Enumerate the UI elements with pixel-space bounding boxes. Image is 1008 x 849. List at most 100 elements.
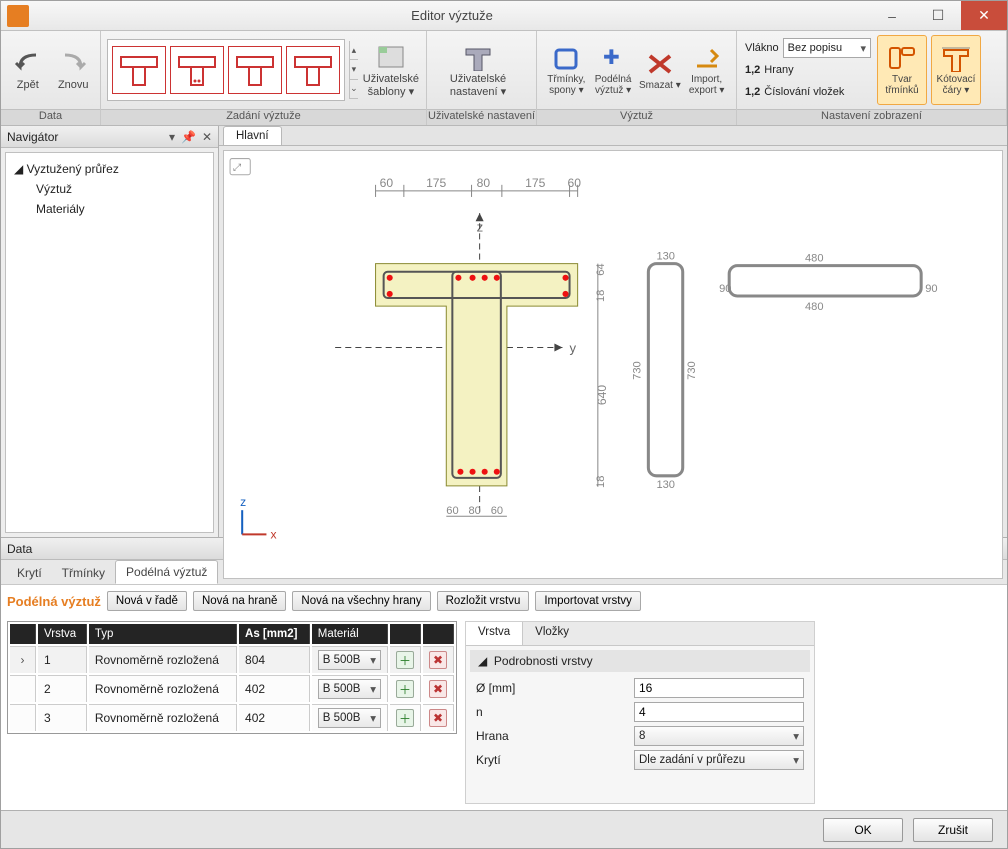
gallery-up[interactable]: ▴ [350,41,358,60]
svg-text:60: 60 [380,176,394,190]
navigator-title: Navigátor [7,130,58,144]
btn-new-row[interactable]: Nová v řadě [107,591,187,611]
nav-pin-icon[interactable]: 📌 [181,130,196,144]
ok-button[interactable]: OK [823,818,903,842]
group-label-data: Data [1,109,100,125]
section-title: Podélná výztuž [7,594,101,609]
undo-button[interactable]: Zpět [7,35,49,105]
import-export-icon [691,44,723,72]
svg-text:730: 730 [631,361,643,380]
edges-toggle[interactable]: 1,2 Hrany [745,60,871,80]
material-dropdown[interactable]: B 500B [318,679,381,699]
nav-dropdown-icon[interactable]: ▾ [169,130,175,144]
svg-text:80: 80 [469,505,481,517]
delete-button[interactable]: Smazat ▾ [637,35,684,105]
numbering-toggle[interactable]: 1,2 Číslování vložek [745,82,871,102]
window-title: Editor výztuže [35,8,869,23]
undo-icon [12,49,44,77]
svg-text:60: 60 [491,505,503,517]
label-diameter: Ø [mm] [476,681,626,695]
table-row[interactable]: 3 Rovnoměrně rozložená 402 B 500B ＋ ✖ [10,704,454,731]
user-settings-button[interactable]: Uživatelské nastavení ▾ [433,35,523,105]
tab-main[interactable]: Hlavní [223,126,282,145]
svg-text:⤢: ⤢ [233,163,241,174]
group-label-zadani: Zadání výztuže [101,109,426,125]
add-row-icon[interactable]: ＋ [396,709,414,727]
table-row[interactable]: › 1 Rovnoměrně rozložená 804 B 500B ＋ ✖ [10,646,454,673]
proptab-bars[interactable]: Vložky [523,622,581,645]
group-label-usersettings: Uživatelské nastavení [427,109,536,125]
svg-text:175: 175 [525,176,545,190]
tree-item-materialy[interactable]: Materiály [12,199,207,219]
svg-text:18: 18 [595,290,607,302]
group-label-display: Nastavení zobrazení [737,109,1006,125]
t-section-icon [462,43,494,71]
gallery-down[interactable]: ▾ [350,60,358,79]
proptab-layer[interactable]: Vrstva [466,622,523,645]
input-n[interactable] [634,702,804,722]
svg-text:64: 64 [595,263,607,275]
gallery-expand[interactable]: ⌄ [350,80,358,99]
btn-split-layer[interactable]: Rozložit vrstvu [437,591,530,611]
add-row-icon[interactable]: ＋ [396,680,414,698]
svg-text:640: 640 [595,385,609,405]
props-header: ◢ Podrobnosti vrstvy [470,650,810,672]
tab-cover[interactable]: Krytí [7,562,52,584]
delete-row-icon[interactable]: ✖ [429,680,447,698]
input-diameter[interactable] [634,678,804,698]
fiber-label: Vlákno [745,42,779,54]
template-gallery[interactable] [107,39,345,101]
table-row[interactable]: 2 Rovnoměrně rozložená 402 B 500B ＋ ✖ [10,675,454,702]
dropdown-edge[interactable]: 8 [634,726,804,746]
svg-text:130: 130 [656,251,675,263]
user-templates-button[interactable]: Uživatelské šablony ▾ [362,35,420,105]
nav-close-icon[interactable]: ✕ [202,130,212,144]
long-rebar-icon: ✚ [597,44,629,72]
layers-table: Vrstva Typ As [mm2] Materiál › 1 Rovnomě… [7,621,457,734]
svg-text:✚: ✚ [603,47,620,69]
redo-button[interactable]: Znovu [53,35,95,105]
delete-row-icon[interactable]: ✖ [429,651,447,669]
label-edge: Hrana [476,729,626,743]
templates-icon [375,43,407,71]
cancel-button[interactable]: Zrušit [913,818,993,842]
label-cover: Krytí [476,753,626,767]
svg-text:90: 90 [925,283,937,295]
material-dropdown[interactable]: B 500B [318,708,381,728]
add-row-icon[interactable]: ＋ [396,651,414,669]
svg-text:z: z [240,495,246,509]
close-button[interactable]: ✕ [961,1,1007,30]
tree-root[interactable]: ◢ Vyztužený průřez [12,159,207,179]
svg-text:175: 175 [426,176,446,190]
stirrups-icon [550,44,582,72]
maximize-button[interactable]: ☐ [915,1,961,30]
svg-text:90: 90 [719,283,731,295]
stirrup-shape-icon [886,44,918,72]
svg-text:80: 80 [477,176,491,190]
btn-new-all-edges[interactable]: Nová na všechny hrany [292,591,430,611]
dropdown-cover[interactable]: Dle zadání v průřezu [634,750,804,770]
stirrup-shape-button[interactable]: Tvar třmínků [877,35,927,105]
tab-stirrups[interactable]: Třmínky [52,562,115,584]
btn-new-edge[interactable]: Nová na hraně [193,591,286,611]
delete-row-icon[interactable]: ✖ [429,709,447,727]
btn-import-layers[interactable]: Importovat vrstvy [535,591,641,611]
import-export-button[interactable]: Import, export ▾ [683,35,730,105]
tab-longitudinal[interactable]: Podélná výztuž [115,560,218,584]
stirrups-button[interactable]: Třmínky, spony ▾ [543,35,590,105]
svg-text:480: 480 [805,301,824,313]
label-n: n [476,705,626,719]
svg-text:18: 18 [595,476,607,488]
svg-text:480: 480 [805,253,824,265]
dim-lines-button[interactable]: Kótovací čáry ▾ [931,35,981,105]
data-panel-title: Data [7,542,32,556]
fiber-dropdown[interactable]: Bez popisu [783,38,871,58]
longitudinal-button[interactable]: ✚ Podélná výztuž ▾ [590,35,637,105]
svg-text:730: 730 [686,361,698,380]
material-dropdown[interactable]: B 500B [318,650,381,670]
tree-item-vyztuz[interactable]: Výztuž [12,179,207,199]
redo-icon [57,49,89,77]
minimize-button[interactable]: – [869,1,915,30]
delete-icon [644,50,676,78]
drawing-canvas[interactable]: ⤢ z y 60 175 80 175 60 [223,150,1003,579]
